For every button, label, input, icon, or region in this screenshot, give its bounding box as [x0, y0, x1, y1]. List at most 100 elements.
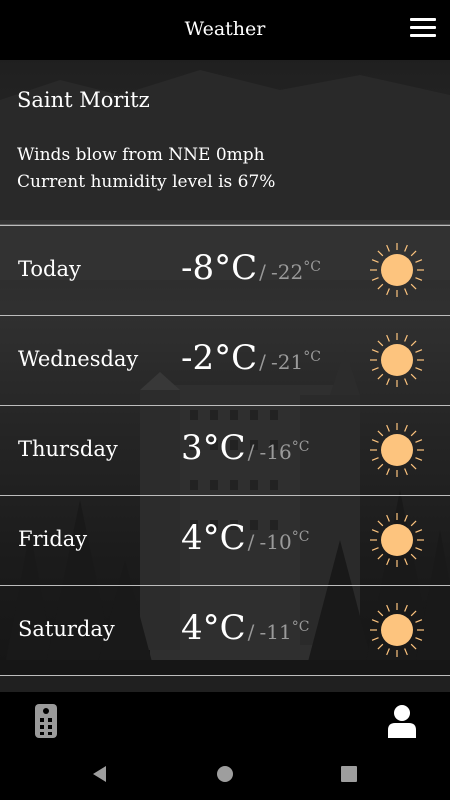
sun-disc: [381, 344, 413, 376]
sun-ray: [410, 283, 417, 290]
temp-separator: /: [259, 260, 266, 284]
sun-ray: [371, 529, 379, 533]
remote-control-icon[interactable]: [33, 703, 59, 739]
sun-ray: [377, 643, 384, 650]
hamburger-menu-icon[interactable]: [410, 18, 436, 40]
sun-ray: [371, 277, 379, 281]
wind-info: Winds blow from NNE 0mph: [17, 145, 265, 165]
high-temp: 4°C: [181, 518, 246, 558]
sun-disc: [381, 524, 413, 556]
sun-ray: [371, 637, 379, 641]
sun-ray: [377, 610, 384, 617]
user-profile-icon[interactable]: [386, 704, 418, 738]
sun-icon: [370, 333, 424, 387]
low-temp: -10: [259, 530, 292, 554]
sun-ray: [415, 259, 423, 263]
day-label: Friday: [18, 527, 88, 551]
forecast-row[interactable]: Saturday 4°C / -11°C: [0, 585, 450, 676]
sun-ray: [410, 340, 417, 347]
sun-ray: [404, 334, 408, 342]
sun-ray: [410, 643, 417, 650]
temp-separator: /: [247, 440, 255, 464]
sun-disc: [381, 434, 413, 466]
sun-disc: [381, 254, 413, 286]
sun-ray: [404, 468, 408, 476]
forecast-row[interactable]: Thursday 3°C / -16°C: [0, 405, 450, 495]
sun-ray: [377, 373, 384, 380]
sun-ray: [371, 259, 379, 263]
temp-separator: /: [259, 350, 266, 374]
forecast-row[interactable]: Today -8°C / -22°C: [0, 225, 450, 315]
sun-ray: [410, 463, 417, 470]
low-temp-unit: °C: [291, 619, 310, 635]
sun-icon: [370, 513, 424, 567]
sun-ray: [404, 558, 408, 566]
sun-ray: [415, 439, 423, 443]
location-panel: Saint Moritz Winds blow from NNE 0mph Cu…: [0, 60, 450, 224]
sun-ray: [377, 463, 384, 470]
sun-ray: [386, 244, 390, 252]
sun-icon: [370, 243, 424, 297]
sun-ray: [404, 648, 408, 656]
sun-ray: [415, 277, 423, 281]
home-circle-icon[interactable]: [215, 764, 235, 784]
app-bar: Weather: [0, 0, 450, 60]
sun-ray: [371, 367, 379, 371]
low-temp: -11: [259, 620, 292, 644]
sun-ray: [404, 514, 408, 522]
day-label: Wednesday: [18, 347, 139, 371]
sun-ray: [371, 619, 379, 623]
system-navigation-bar: [0, 748, 450, 800]
low-temp-unit: °C: [291, 439, 310, 455]
weather-screen: Weather Saint Moritz Winds blow from NNE…: [0, 0, 450, 800]
temperature-range: 4°C / -11°C: [181, 608, 309, 648]
sun-ray: [371, 439, 379, 443]
sun-ray: [410, 430, 417, 437]
sun-ray: [377, 520, 384, 527]
sun-ray: [415, 637, 423, 641]
bottom-navigation: [0, 692, 450, 748]
sun-ray: [371, 547, 379, 551]
temperature-range: 4°C / -10°C: [181, 518, 309, 558]
temp-separator: /: [247, 620, 255, 644]
high-temp: 4°C: [181, 608, 246, 648]
sun-ray: [410, 610, 417, 617]
humidity-info: Current humidity level is 67%: [17, 172, 276, 192]
low-temp: -21: [270, 350, 304, 374]
sun-ray: [371, 457, 379, 461]
sun-ray: [415, 529, 423, 533]
high-temp: -8°C: [181, 248, 258, 288]
day-label: Thursday: [18, 437, 118, 461]
sun-ray: [415, 547, 423, 551]
forecast-row[interactable]: Wednesday -2°C / -21°C: [0, 315, 450, 405]
sun-ray: [386, 558, 390, 566]
sun-ray: [377, 430, 384, 437]
sun-ray: [404, 378, 408, 386]
temperature-range: 3°C / -16°C: [181, 428, 309, 468]
sun-ray: [377, 283, 384, 290]
sun-ray: [415, 619, 423, 623]
low-temp: -16: [259, 440, 292, 464]
sun-ray: [404, 244, 408, 252]
back-triangle-icon[interactable]: [90, 764, 110, 784]
city-name: Saint Moritz: [17, 88, 150, 112]
temperature-range: -8°C / -22°C: [181, 248, 321, 288]
sun-ray: [386, 334, 390, 342]
sun-ray: [386, 514, 390, 522]
sun-ray: [410, 250, 417, 257]
recent-apps-square-icon[interactable]: [339, 764, 359, 784]
sun-ray: [404, 288, 408, 296]
sun-ray: [377, 553, 384, 560]
sun-ray: [386, 378, 390, 386]
sun-ray: [404, 604, 408, 612]
forecast-row[interactable]: Friday 4°C / -10°C: [0, 495, 450, 585]
sun-ray: [377, 250, 384, 257]
sun-ray: [415, 367, 423, 371]
low-temp-unit: °C: [291, 529, 310, 545]
sun-ray: [386, 288, 390, 296]
sun-ray: [377, 340, 384, 347]
sun-ray: [371, 349, 379, 353]
temperature-range: -2°C / -21°C: [181, 338, 321, 378]
sun-ray: [415, 349, 423, 353]
sun-ray: [410, 520, 417, 527]
